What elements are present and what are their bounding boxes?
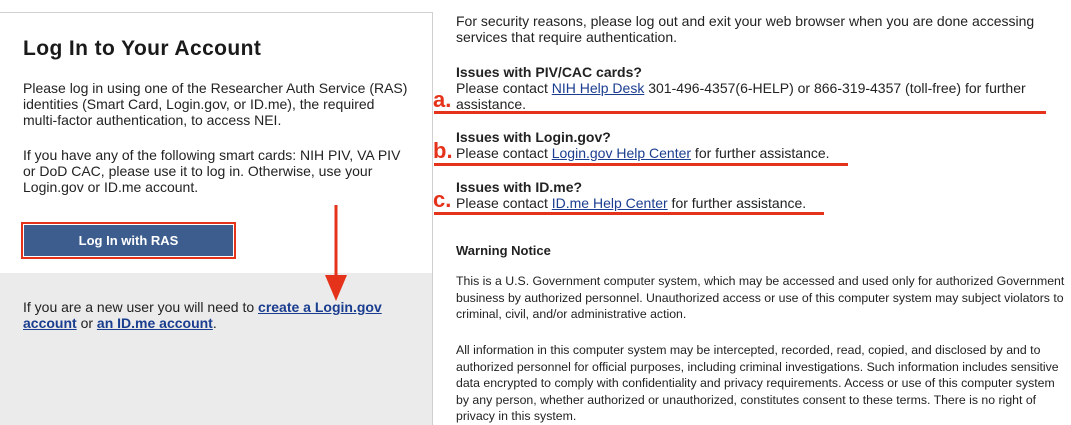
warning-notice-heading: Warning Notice (456, 243, 551, 258)
warning-notice-paragraph-1: This is a U.S. Government computer syste… (456, 274, 1065, 321)
smartcard-instructions: If you have any of the following smart c… (23, 147, 401, 195)
new-user-suffix: . (212, 315, 217, 331)
issue-suffix: for further assistance. (667, 195, 807, 211)
id-me-help-center-link[interactable]: ID.me Help Center (552, 195, 668, 211)
create-id-me-account-link[interactable]: an ID.me account (97, 315, 213, 331)
issue-prefix: Please contact (456, 195, 552, 211)
issue-prefix: Please contact (456, 145, 552, 161)
new-user-text: If you are a new user you will need to c… (23, 299, 418, 331)
nih-help-desk-link[interactable]: NIH Help Desk (552, 80, 645, 96)
page-title: Log In to Your Account (23, 37, 262, 60)
login-with-ras-button[interactable]: Log In with RAS (24, 225, 233, 256)
warning-notice-paragraph-2: All information in this computer system … (456, 343, 1059, 423)
login-panel: Log In to Your Account Please log in usi… (0, 12, 433, 425)
ras-button-highlight: Log In with RAS (21, 222, 236, 259)
annotation-badge-b: b. (433, 138, 453, 163)
annotation-arrow-down-icon (325, 205, 347, 301)
annotation-underline-a (434, 111, 1046, 114)
issue-suffix: for further assistance. (691, 145, 830, 161)
annotation-underline-c (434, 212, 824, 215)
new-user-or: or (76, 315, 97, 331)
issue-heading: Issues with PIV/CAC cards? (456, 64, 642, 80)
new-user-prefix: If you are a new user you will need to (23, 299, 259, 315)
issue-heading: Issues with Login.gov? (456, 129, 611, 145)
annotation-underline-b (434, 163, 848, 166)
login-intro-text: Please log in using one of the Researche… (23, 80, 408, 128)
issue-piv-cac: Issues with PIV/CAC cards? Please contac… (456, 64, 1056, 112)
annotation-badge-a: a. (433, 87, 452, 112)
login-gov-help-center-link[interactable]: Login.gov Help Center (552, 145, 691, 161)
issue-id-me: Issues with ID.me? Please contact ID.me … (456, 179, 1056, 211)
new-user-section: If you are a new user you will need to c… (0, 273, 432, 425)
security-note: For security reasons, please log out and… (456, 13, 1035, 45)
issue-login-gov: Issues with Login.gov? Please contact Lo… (456, 129, 1056, 161)
annotation-badge-c: c. (433, 187, 452, 212)
issue-heading: Issues with ID.me? (456, 179, 583, 195)
issue-prefix: Please contact (456, 80, 552, 96)
